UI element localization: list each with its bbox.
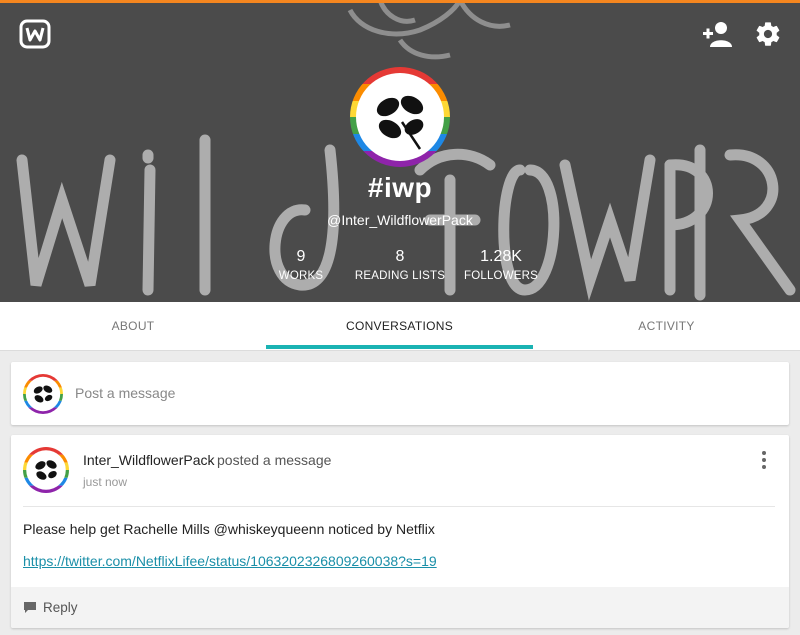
- tab-activity[interactable]: ACTIVITY: [533, 302, 800, 350]
- stat-value: 8: [395, 248, 405, 265]
- wattpad-logo-icon[interactable]: [19, 19, 51, 49]
- active-tab-indicator: [266, 345, 533, 349]
- stat-followers[interactable]: 1.28K FOLLOWERS: [446, 248, 556, 282]
- tab-conversations[interactable]: CONVERSATIONS: [266, 302, 533, 350]
- avatar: [23, 374, 63, 414]
- stat-reading-lists[interactable]: 8 READING LISTS: [345, 248, 455, 282]
- stat-label: WORKS: [278, 270, 324, 282]
- gear-icon[interactable]: [754, 20, 782, 48]
- comment-icon: [23, 601, 37, 614]
- divider: [23, 506, 775, 507]
- message-card: Inter_WildflowerPack posted a message ju…: [11, 435, 789, 628]
- tab-about[interactable]: ABOUT: [0, 302, 266, 350]
- post-message-composer[interactable]: Post a message: [11, 362, 789, 425]
- reply-button[interactable]: Reply: [11, 587, 789, 628]
- message-body: Please help get Rachelle Mills @whiskeyq…: [23, 521, 435, 537]
- profile-name: #iwp: [367, 172, 433, 203]
- stat-value: 9: [296, 248, 306, 265]
- add-user-icon[interactable]: [702, 20, 734, 48]
- avatar[interactable]: [23, 447, 69, 493]
- stat-label: FOLLOWERS: [463, 270, 538, 282]
- message-timestamp: just now: [83, 475, 128, 489]
- post-message-input[interactable]: Post a message: [75, 385, 175, 401]
- stat-works[interactable]: 9 WORKS: [246, 248, 356, 282]
- stat-label: READING LISTS: [354, 270, 446, 282]
- profile-handle: @Inter_WildflowerPack: [327, 212, 473, 228]
- profile-tabs: ABOUT CONVERSATIONS ACTIVITY: [0, 302, 800, 351]
- profile-avatar[interactable]: [350, 67, 450, 167]
- reply-label: Reply: [43, 600, 78, 615]
- message-action: posted a message: [217, 452, 332, 468]
- profile-header: #iwp @Inter_WildflowerPack 9 WORKS 8 REA…: [0, 0, 800, 302]
- message-author[interactable]: Inter_WildflowerPack: [83, 452, 215, 468]
- accent-bar: [0, 0, 800, 3]
- message-link[interactable]: https://twitter.com/NetflixLifee/status/…: [23, 553, 437, 569]
- stat-value: 1.28K: [480, 248, 522, 265]
- more-options-icon[interactable]: [756, 450, 772, 470]
